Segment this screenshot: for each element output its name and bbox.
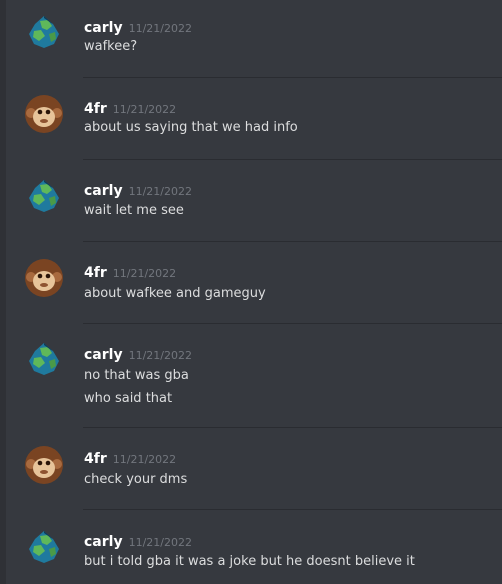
- message-text: about wafkee and gameguy: [84, 286, 266, 301]
- message-group: 4fr 11/21/2022 check your dms: [6, 428, 502, 509]
- message-group: 4fr 11/21/2022 about us saying that we ha…: [6, 78, 502, 159]
- timestamp[interactable]: 11/21/2022: [129, 349, 192, 362]
- username[interactable]: carly: [84, 20, 123, 36]
- message-text: no that was gba: [84, 368, 189, 383]
- message-group: carly 11/21/2022 but i told gba it was a …: [6, 510, 502, 584]
- timestamp[interactable]: 11/21/2022: [129, 536, 192, 549]
- message-text: check your dms: [84, 472, 188, 487]
- monkey-icon[interactable]: [24, 258, 64, 298]
- message-header: carly 11/21/2022: [84, 180, 192, 200]
- username[interactable]: carly: [84, 183, 123, 199]
- message-header: 4fr 11/21/2022: [84, 448, 176, 468]
- message-group: carly 11/21/2022 wait let me see: [6, 160, 502, 241]
- message-header: 4fr 11/21/2022: [84, 98, 176, 118]
- timestamp[interactable]: 11/21/2022: [113, 103, 176, 116]
- monkey-icon[interactable]: [24, 94, 64, 134]
- message-header: carly 11/21/2022: [84, 17, 192, 37]
- timestamp[interactable]: 11/21/2022: [129, 185, 192, 198]
- message-group: carly 11/21/2022 no that was gba who said…: [6, 324, 502, 427]
- message-header: carly 11/21/2022: [84, 531, 192, 551]
- timestamp[interactable]: 11/21/2022: [113, 453, 176, 466]
- message-text: who said that: [84, 391, 173, 406]
- username[interactable]: 4fr: [84, 101, 107, 117]
- username[interactable]: carly: [84, 534, 123, 550]
- monkey-icon[interactable]: [24, 445, 64, 485]
- chat-message-list: carly 11/21/2022 wafkee? 4fr 11/21/2022 ab…: [6, 0, 502, 584]
- message-header: carly 11/21/2022: [84, 344, 192, 364]
- message-text: but i told gba it was a joke but he does…: [84, 554, 415, 569]
- earth-icon[interactable]: [24, 339, 64, 379]
- message-group: 4fr 11/21/2022 about wafkee and gameguy: [6, 242, 502, 323]
- message-text: wafkee?: [84, 39, 138, 54]
- username[interactable]: 4fr: [84, 265, 107, 281]
- username[interactable]: carly: [84, 347, 123, 363]
- message-header: 4fr 11/21/2022: [84, 262, 176, 282]
- message-text: wait let me see: [84, 203, 184, 218]
- message-text: about us saying that we had info: [84, 120, 298, 135]
- username[interactable]: 4fr: [84, 451, 107, 467]
- earth-icon[interactable]: [24, 176, 64, 216]
- timestamp[interactable]: 11/21/2022: [113, 267, 176, 280]
- earth-icon[interactable]: [24, 12, 64, 52]
- message-group: carly 11/21/2022 wafkee?: [6, 0, 502, 77]
- earth-icon[interactable]: [24, 527, 64, 567]
- timestamp[interactable]: 11/21/2022: [129, 22, 192, 35]
